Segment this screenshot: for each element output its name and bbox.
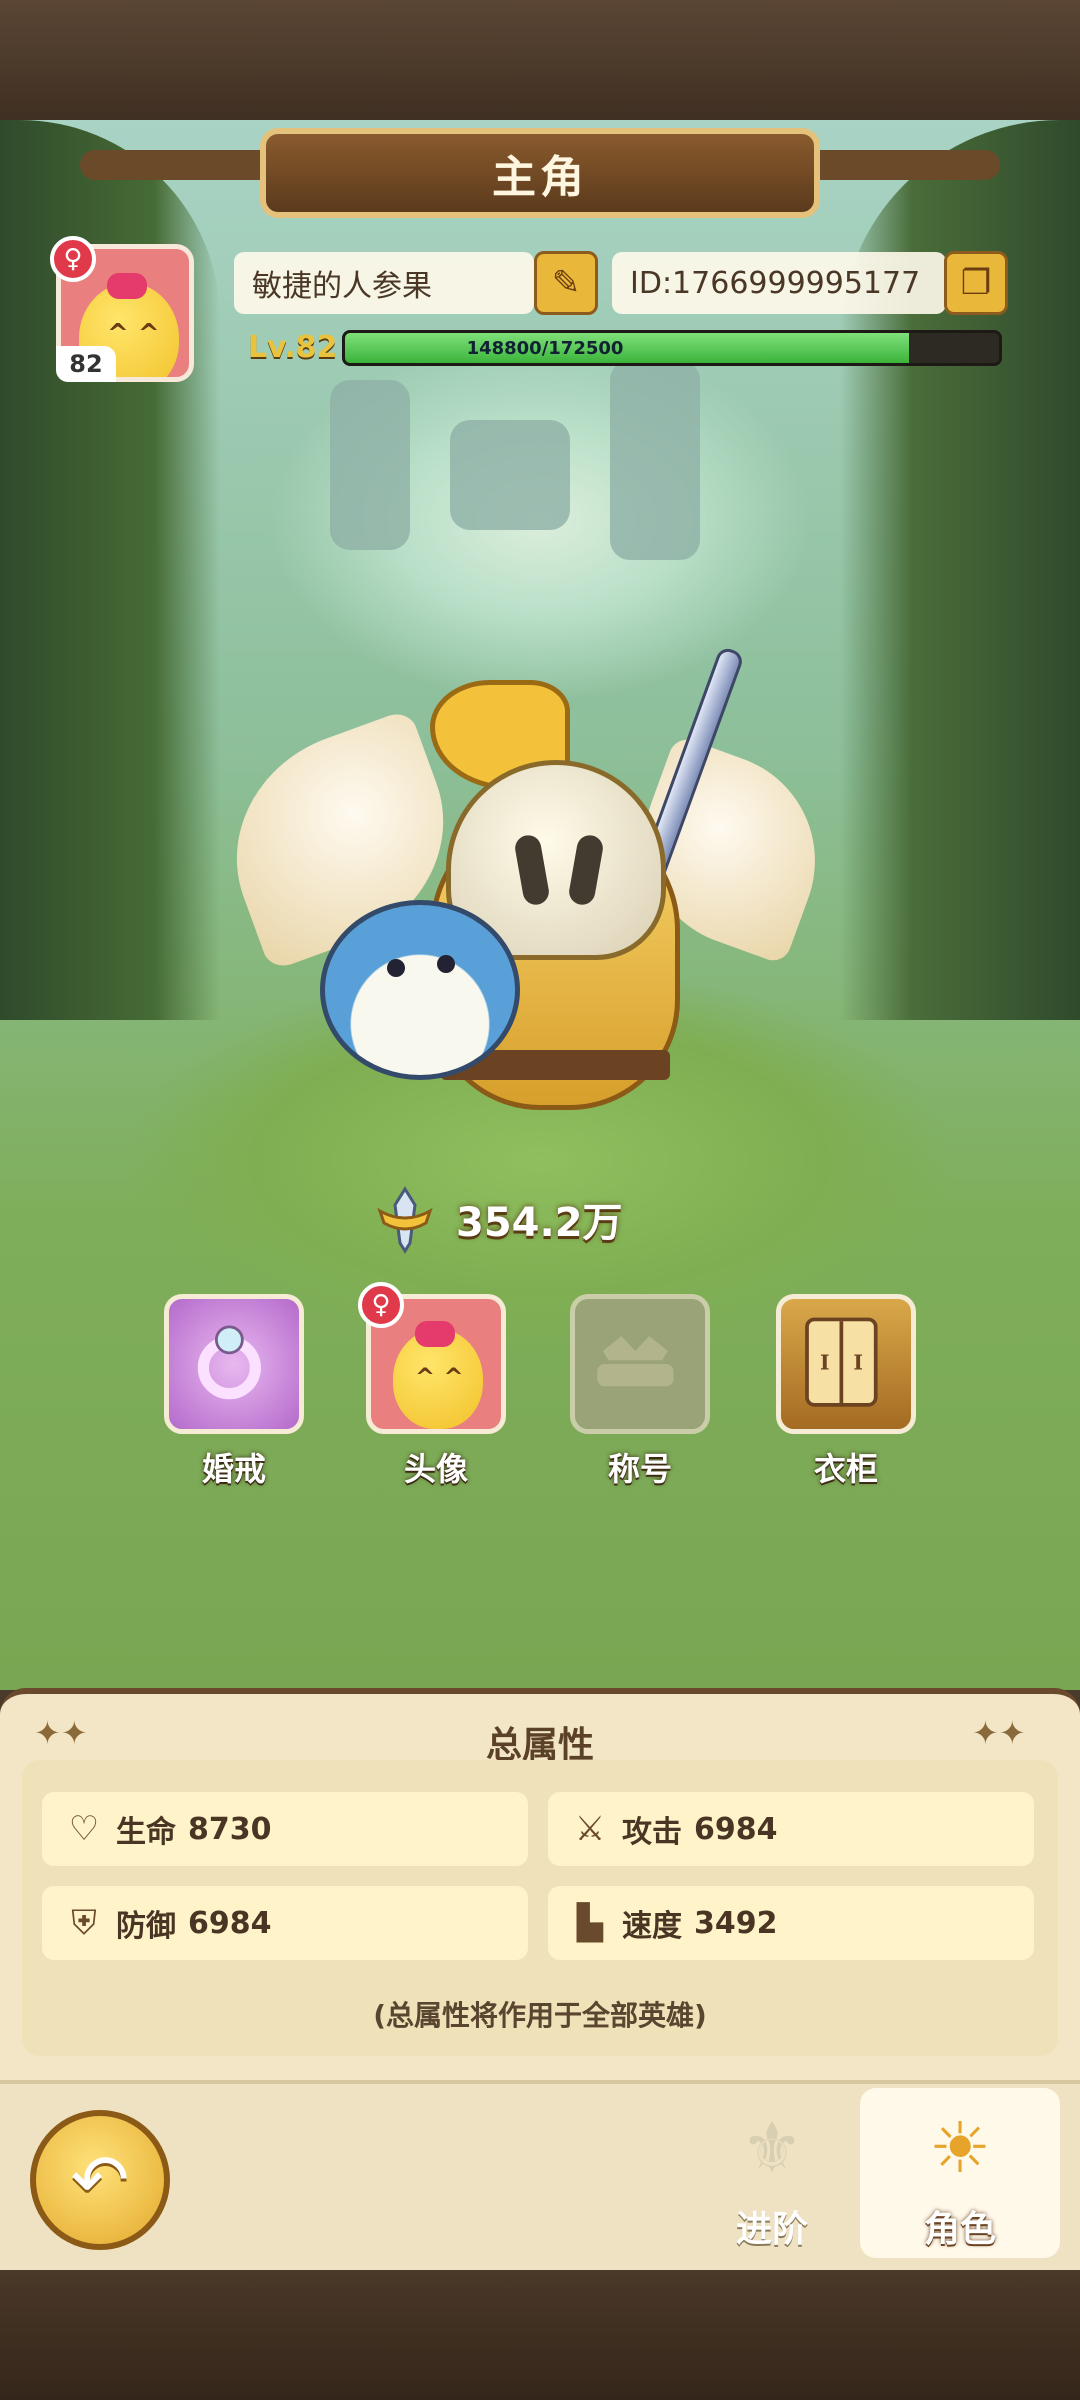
background-rock <box>330 380 410 550</box>
feature-label: 衣柜 <box>813 1450 878 1488</box>
avatar-face: ^ ^ <box>415 1363 464 1391</box>
xp-bar: 148800/172500 <box>342 330 1002 366</box>
player-level: Lv.82 <box>248 330 338 365</box>
sword-power-icon <box>377 1186 433 1254</box>
female-gender-icon: ♀ <box>50 236 96 282</box>
attack-icon: ⚔ <box>574 1809 606 1849</box>
player-id-field: ID:1766999995177 <box>612 252 946 314</box>
shield-icon: ⛨ <box>71 1903 97 1943</box>
xp-text: 148800/172500 <box>466 337 624 359</box>
feature-label: 婚戒 <box>201 1450 266 1488</box>
stat-label: 攻击 <box>622 1815 682 1850</box>
background-rock <box>450 420 570 530</box>
pufferfish-pet <box>320 900 520 1080</box>
svg-text:I: I <box>820 1351 830 1375</box>
copy-icon: ❐ <box>960 263 992 303</box>
stat-attack: ⚔ 攻击 6984 <box>548 1792 1034 1866</box>
tab-advance[interactable]: ⚜ 进阶 <box>672 2088 872 2258</box>
female-gender-icon: ♀ <box>358 1282 404 1328</box>
stat-value: 6984 <box>694 1811 778 1847</box>
stat-label: 速度 <box>622 1909 682 1944</box>
pet-eye <box>437 955 455 973</box>
background-rock <box>610 360 700 560</box>
player-name-field: 敏捷的人参果 <box>234 252 534 314</box>
feature-label: 称号 <box>607 1450 672 1488</box>
stat-value: 6984 <box>188 1905 272 1941</box>
stat-label: 生命 <box>116 1815 176 1850</box>
title-button[interactable] <box>570 1294 710 1434</box>
stat-value: 8730 <box>188 1811 272 1847</box>
copy-id-button[interactable]: ❐ <box>944 251 1008 315</box>
tab-label: 进阶 <box>735 2209 808 2250</box>
helmet-visor <box>513 833 551 907</box>
player-name: 敏捷的人参果 <box>252 269 432 304</box>
stat-label: 防御 <box>116 1909 176 1944</box>
title-icon <box>597 1336 674 1387</box>
boot-icon: ▙ <box>576 1903 604 1943</box>
wardrobe-button[interactable]: I I <box>776 1294 916 1434</box>
stat-value: 3492 <box>694 1905 778 1941</box>
wedding-ring-button[interactable] <box>164 1294 304 1434</box>
title-banner: 主角 <box>260 128 820 218</box>
sparkle-icon: ✦✦ <box>34 1714 88 1752</box>
sparkle-icon: ✦✦ <box>972 1714 1026 1752</box>
feature-label: 头像 <box>403 1450 468 1488</box>
advance-icon: ⚜ <box>740 2107 804 2189</box>
svg-text:I: I <box>853 1351 863 1375</box>
banner-wing-right <box>800 150 1000 180</box>
hair-bow <box>415 1321 455 1347</box>
avatar-face: ^ ^ <box>107 319 160 349</box>
tab-label: 角色 <box>923 2209 996 2250</box>
banner-wing-left <box>80 150 280 180</box>
combat-power: 354.2万 <box>456 1200 623 1246</box>
ring-icon <box>197 1325 261 1400</box>
back-button[interactable]: ↶ <box>30 2110 170 2250</box>
pencil-icon: ✎ <box>551 263 581 303</box>
pet-eye <box>387 959 405 977</box>
edit-name-button[interactable]: ✎ <box>534 251 598 315</box>
attributes-note: (总属性将作用于全部英雄) <box>373 1999 707 2032</box>
stat-speed: ▙ 速度 3492 <box>548 1886 1034 1960</box>
stat-hp: ♡ 生命 8730 <box>42 1792 528 1866</box>
player-id: ID:1766999995177 <box>630 265 921 301</box>
tab-character[interactable]: ☀ 角色 <box>860 2088 1060 2258</box>
character-icon: ☀ <box>928 2107 992 2189</box>
wardrobe-icon: I I <box>805 1317 878 1407</box>
stat-defense: ⛨ 防御 6984 <box>42 1886 528 1960</box>
avatar-level-badge: 82 <box>56 346 116 382</box>
top-frame <box>0 0 1080 120</box>
helmet-visor <box>567 833 605 907</box>
heart-icon: ♡ <box>68 1809 100 1849</box>
back-arrow-icon: ↶ <box>70 2139 130 2221</box>
bottom-frame <box>0 2270 1080 2400</box>
hair-bow <box>107 273 147 299</box>
page-title: 主角 <box>492 152 588 203</box>
